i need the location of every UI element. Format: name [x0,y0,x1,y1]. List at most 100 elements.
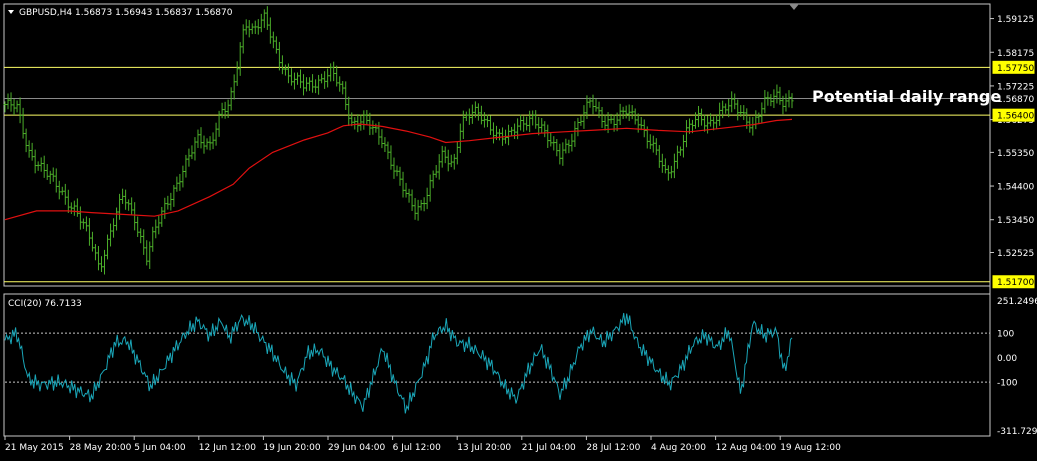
ohlc-bar [36,161,40,171]
ohlc-bar [594,98,598,112]
ohlc-bar [178,173,182,191]
ohlc-bar [105,234,110,260]
ohlc-bar [136,216,140,237]
ohlc-bar [96,245,101,271]
ohlc-bar [570,133,574,152]
time-tick-label: 12 Jun 12:00 [199,443,256,453]
time-tick-label: 21 May 2015 [5,443,64,453]
ohlc-bar [769,94,773,107]
ohlc-bar [654,138,658,156]
ohlc-bar [377,121,381,145]
ohlc-bar [274,36,278,54]
chart-canvas[interactable]: 1.591251.581751.572251.562751.553501.544… [0,0,1037,457]
price-label-text: 1.56870 [997,95,1034,105]
ohlc-bar [295,72,300,85]
time-tick-label: 5 Jun 04:00 [134,443,186,453]
ohlc-bar [117,193,122,220]
ohlc-bar [618,103,622,126]
ohlc-bar [491,122,496,144]
ohlc-bar [63,183,67,205]
ohlc-bar [509,126,514,137]
ohlc-bar [181,165,185,188]
cci-line [4,312,793,414]
ohlc-bar [715,114,719,130]
chart-window[interactable]: 1.591251.581751.572251.562751.553501.544… [0,0,1037,457]
ohlc-bar [389,145,393,170]
ohlc-bar [663,158,667,174]
ohlc-bar [223,101,227,119]
ohlc-bar [467,108,471,125]
ohlc-bar [546,124,550,148]
time-tick-label: 13 Jul 20:00 [457,443,511,453]
ohlc-bar [127,199,131,211]
ohlc-bar [757,112,761,125]
ohlc-bar [187,148,191,167]
ohlc-bar [139,228,143,244]
ohlc-bar [151,226,155,252]
ohlc-bar [60,186,64,196]
ohlc-bar [24,128,28,153]
ohlc-bar [621,106,625,120]
menu-triangle-icon[interactable] [8,10,14,14]
price-tick-label: 1.52525 [997,249,1034,259]
ohlc-bar [81,218,85,229]
ohlc-bar [392,157,396,179]
ohlc-bar [250,23,254,35]
ohlc-bar [190,145,194,160]
ohlc-bar [434,165,438,178]
ohlc-bar [163,197,167,219]
ohlc-bar [241,24,245,54]
ohlc-bar [326,68,330,88]
ohlc-bar [211,132,215,150]
ohlc-bar [401,171,405,198]
ohlc-bar [316,74,321,95]
ohlc-bar [114,207,119,231]
ohlc-bar [323,71,327,89]
ohlc-bar [160,206,164,227]
ohlc-bar [446,149,450,172]
ohlc-bar [516,118,520,140]
ohlc-bar [289,68,294,86]
ohlc-bar [678,146,683,156]
ohlc-bar [277,41,281,71]
ohlc-bar [395,165,399,177]
ohlc-bar [368,112,372,136]
ohlc-bar [419,199,423,211]
ohlc-bar [751,116,755,136]
ohlc-bar [519,114,523,131]
ohlc-bar [531,110,535,126]
ohlc-bar [464,111,468,122]
ohlc-bar [235,61,239,86]
ohlc-bar [549,132,553,147]
ohlc-bar [591,94,595,115]
ohlc-bar [214,122,218,146]
ohlc-bar [301,74,306,96]
ohlc-bar [48,170,52,184]
ohlc-bar [639,117,643,131]
ohlc-bar [651,135,655,153]
ohlc-bar [27,140,31,158]
ohlc-bar [537,117,541,136]
ohlc-bar [630,105,634,120]
chart-shift-marker[interactable] [789,4,799,10]
price-tick-label: 1.55350 [997,149,1034,159]
ohlc-bar [497,128,502,141]
ohlc-bar [383,137,387,153]
ohlc-bar [705,115,710,134]
ohlc-bar [232,74,236,100]
ohlc-bar [193,137,197,161]
ohlc-bar [736,99,740,121]
ohlc-bar [365,110,369,125]
ohlc-bar [15,100,19,113]
ohlc-bar [642,119,646,138]
ohlc-bar [332,61,336,82]
ohlc-bar [543,121,547,138]
ohlc-bar [9,92,13,112]
ohlc-bar [271,31,275,49]
ohlc-bar [712,116,716,131]
ohlc-bar [33,149,37,174]
ohlc-bar [440,145,444,168]
ohlc-bar [247,20,251,38]
ohlc-bar [259,13,263,33]
cci-panel-frame [3,293,991,437]
